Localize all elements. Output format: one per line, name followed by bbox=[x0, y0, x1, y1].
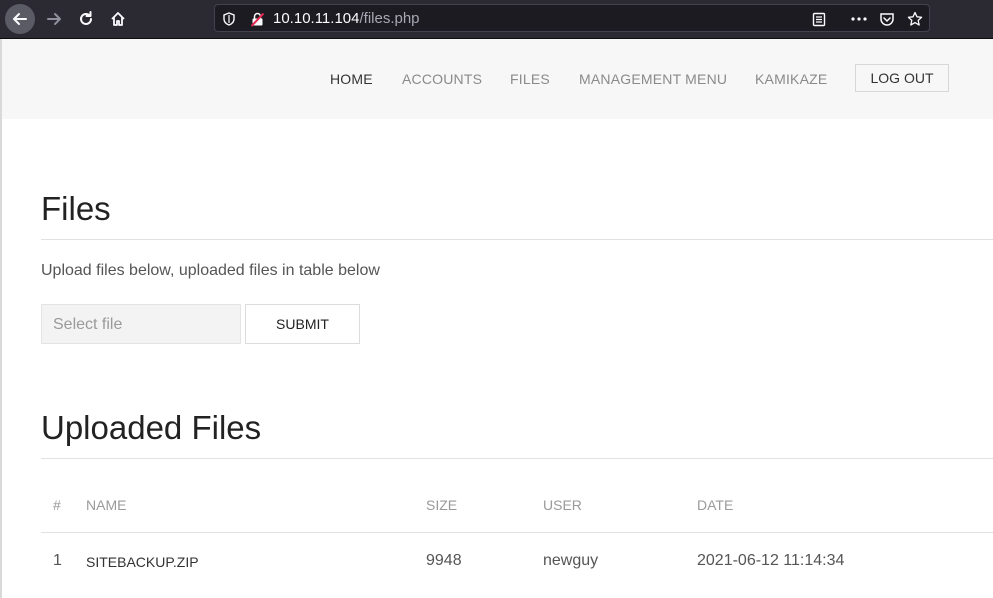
logout-button[interactable]: LOG OUT bbox=[855, 64, 949, 92]
nav-accounts[interactable]: ACCOUNTS bbox=[402, 71, 482, 87]
row-index: 1 bbox=[53, 552, 62, 569]
uploaded-files-heading: Uploaded Files bbox=[41, 409, 262, 446]
shield-icon[interactable] bbox=[221, 11, 237, 27]
nav-home[interactable]: HOME bbox=[330, 71, 373, 87]
column-header-name: NAME bbox=[86, 497, 127, 513]
submit-button[interactable]: SUBMIT bbox=[245, 304, 360, 344]
column-header-size: SIZE bbox=[426, 497, 458, 513]
row-date: 2021-06-12 11:14:34 bbox=[697, 552, 845, 569]
url-host: 10.10.11.104 bbox=[273, 10, 360, 27]
files-heading: Files bbox=[41, 190, 111, 227]
files-divider bbox=[41, 239, 993, 240]
insecure-lock-icon[interactable] bbox=[249, 11, 265, 27]
back-button[interactable] bbox=[5, 4, 35, 34]
arrow-left-icon bbox=[13, 13, 27, 25]
file-select-input[interactable]: Select file bbox=[41, 304, 241, 344]
site-navbar: HOME ACCOUNTS FILES MANAGEMENT MENU KAMI… bbox=[0, 39, 993, 119]
home-icon bbox=[111, 12, 125, 26]
uploaded-divider bbox=[41, 458, 993, 459]
reader-view-icon[interactable] bbox=[811, 11, 827, 27]
row-file-name[interactable]: SITEBACKUP.ZIP bbox=[86, 554, 199, 570]
nav-files[interactable]: FILES bbox=[510, 71, 550, 87]
url-text: 10.10.11.104/files.php bbox=[273, 10, 420, 27]
column-header-user: USER bbox=[543, 497, 582, 513]
address-bar[interactable]: 10.10.11.104/files.php bbox=[214, 4, 930, 32]
bookmark-star-icon[interactable] bbox=[907, 11, 923, 27]
url-path: /files.php bbox=[359, 10, 420, 27]
pocket-icon[interactable] bbox=[879, 11, 895, 27]
reload-button[interactable] bbox=[71, 4, 101, 34]
column-header-index: # bbox=[53, 497, 61, 513]
forward-button[interactable] bbox=[39, 4, 69, 34]
home-button[interactable] bbox=[103, 4, 133, 34]
row-user: newguy bbox=[543, 552, 599, 569]
more-options-icon[interactable] bbox=[851, 11, 867, 27]
nav-kamikaze[interactable]: KAMIKAZE bbox=[755, 71, 827, 87]
upload-description: Upload files below, uploaded files in ta… bbox=[41, 262, 380, 279]
arrow-right-icon bbox=[47, 13, 61, 25]
row-size: 9948 bbox=[426, 552, 462, 569]
browser-toolbar: 10.10.11.104/files.php bbox=[0, 0, 993, 39]
reload-icon bbox=[80, 11, 92, 25]
page-left-border bbox=[0, 39, 2, 598]
table-header-divider bbox=[41, 532, 993, 533]
column-header-date: DATE bbox=[697, 497, 734, 513]
nav-management-menu[interactable]: MANAGEMENT MENU bbox=[579, 71, 727, 87]
